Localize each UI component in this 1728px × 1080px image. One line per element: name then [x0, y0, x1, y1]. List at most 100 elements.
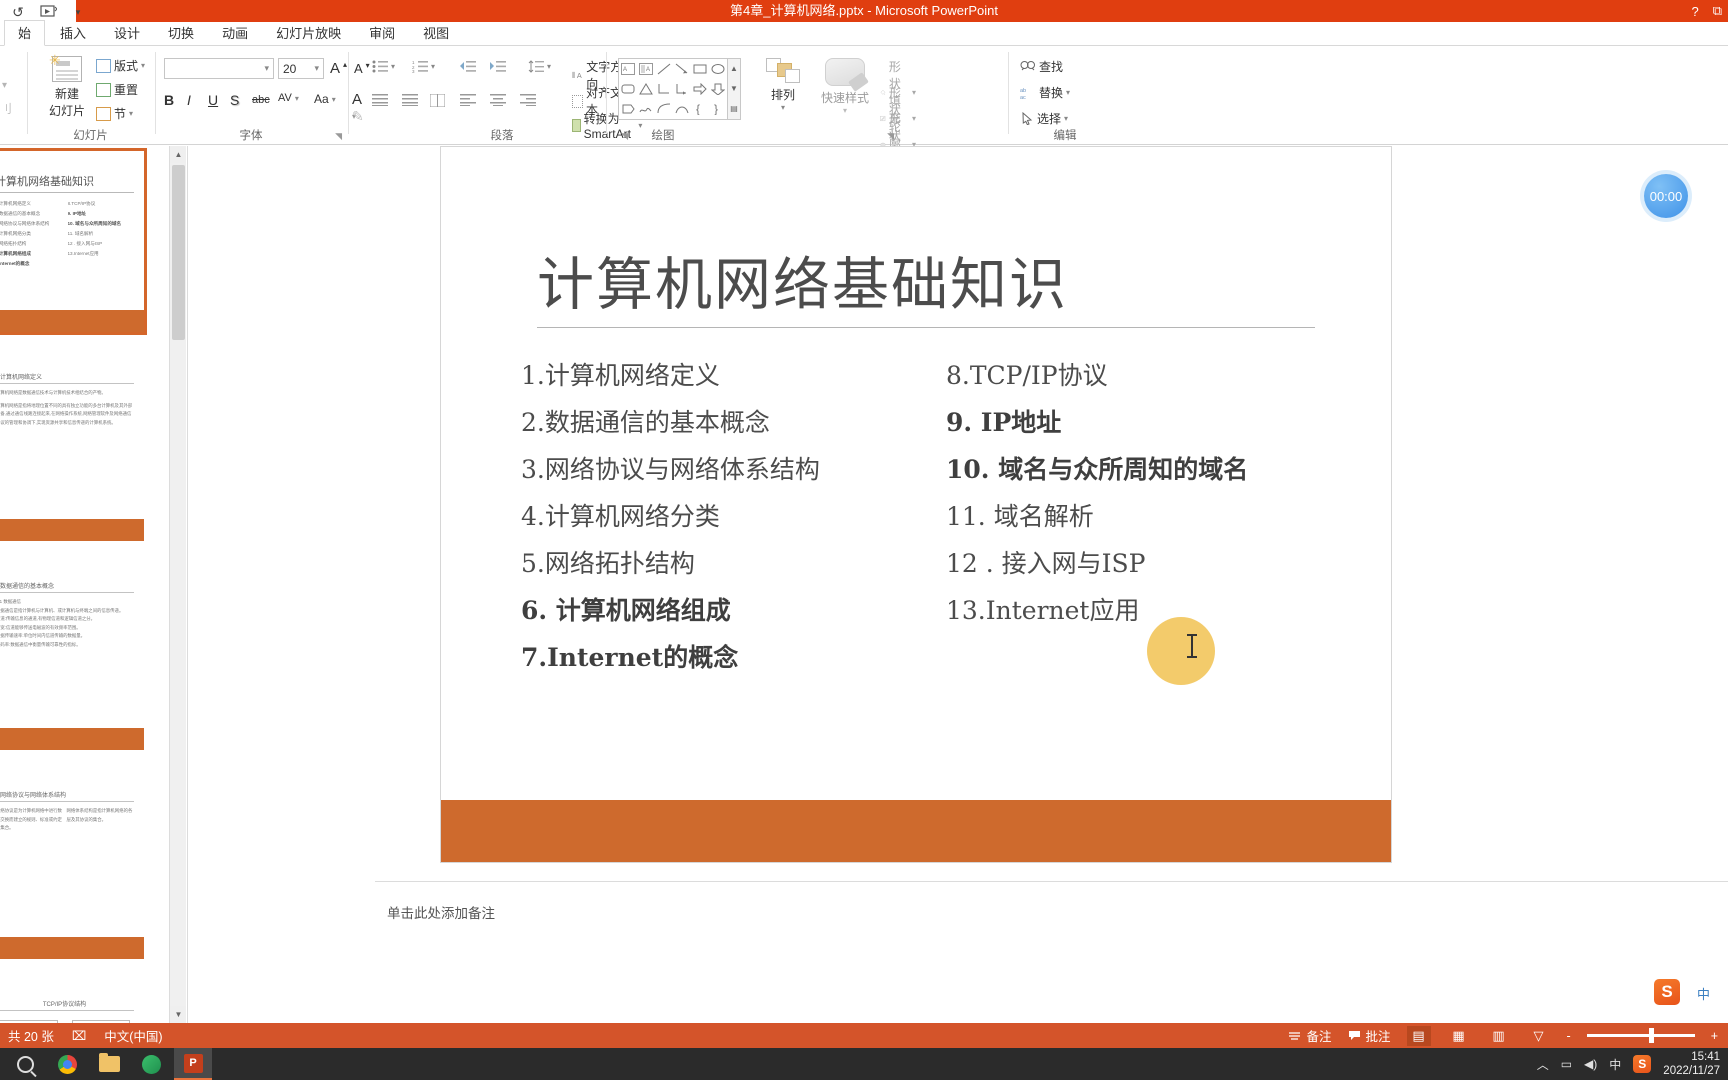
bullets-button[interactable]: ▾: [372, 60, 395, 73]
gallery-scroll-down-icon[interactable]: ▼: [728, 79, 740, 99]
drawing-dialog-launcher[interactable]: ◥: [887, 131, 894, 142]
tab-animations[interactable]: 动画: [209, 21, 261, 45]
ime-tray-label[interactable]: 中: [1609, 1056, 1621, 1073]
system-tray[interactable]: ︿ ▭ ◀) 中 S 15:41 2022/11/27: [1537, 1050, 1728, 1078]
chevron-down-icon[interactable]: ▾: [295, 94, 299, 103]
slide-edit-area[interactable]: 计算机网络基础知识 1.计算机网络定义 2.数据通信的基本概念 3.网络协议与网…: [187, 146, 1728, 1023]
quick-styles-button[interactable]: 快速样式 ▾: [814, 58, 876, 115]
list-item[interactable]: 10. 域名与众所周知的域名: [946, 446, 1376, 493]
ime-indicator[interactable]: 中: [1697, 984, 1710, 1003]
notes-button[interactable]: 备注: [1288, 1026, 1332, 1045]
sogou-ime-icon[interactable]: S: [1654, 979, 1680, 1005]
section-button[interactable]: 节 ▾: [96, 105, 133, 122]
sogou-tray-icon[interactable]: S: [1633, 1055, 1652, 1073]
list-item[interactable]: 3.网络协议与网络体系结构: [521, 446, 951, 493]
slide-left-column[interactable]: 1.计算机网络定义 2.数据通信的基本概念 3.网络协议与网络体系结构 4.计算…: [521, 352, 951, 681]
list-item[interactable]: 9. IP地址: [946, 399, 1376, 446]
chevron-down-icon[interactable]: ▾: [264, 63, 269, 74]
taskbar-chrome-button[interactable]: [48, 1048, 86, 1080]
tab-insert[interactable]: 插入: [47, 21, 99, 45]
list-item[interactable]: 11. 域名解析: [946, 493, 1376, 540]
columns-button[interactable]: [430, 94, 445, 107]
strikethrough-button[interactable]: abc: [252, 94, 270, 106]
chevron-down-icon[interactable]: ▾: [1064, 114, 1068, 123]
taskbar-clock[interactable]: 15:41 2022/11/27: [1663, 1050, 1720, 1078]
bold-button[interactable]: B: [164, 92, 174, 108]
list-item[interactable]: 7.Internet的概念: [521, 634, 951, 681]
slide-right-column[interactable]: 8.TCP/IP协议 9. IP地址 10. 域名与众所周知的域名 11. 域名…: [946, 352, 1376, 634]
character-spacing-button[interactable]: AV ▾: [278, 92, 299, 104]
tab-review[interactable]: 审阅: [356, 21, 408, 45]
increase-indent-button[interactable]: [488, 60, 506, 73]
slide-thumbnail-4[interactable]: 3.网络协议与网络体系结构 网络协议是为计算机网络中进行数据交换而建立的规则、标…: [0, 775, 147, 962]
volume-icon[interactable]: ◀): [1584, 1057, 1597, 1071]
change-case-button[interactable]: Aa ▾: [314, 92, 336, 106]
help-icon[interactable]: ?: [1691, 4, 1698, 19]
chevron-down-icon[interactable]: ▾: [314, 63, 319, 74]
thumbnail-scrollbar[interactable]: ▲ ▼: [169, 146, 186, 1023]
font-color-button[interactable]: A: [352, 91, 362, 108]
chevron-down-icon[interactable]: ▾: [141, 61, 145, 70]
list-item[interactable]: 12 . 接入网与ISP: [946, 540, 1376, 587]
slide-thumbnail-3[interactable]: 2.数据通信的基本概念 2.1 数据通信 数据通信是指计算机与计算机、或计算机与…: [0, 566, 147, 753]
shape-gallery[interactable]: A A { }: [618, 58, 728, 120]
line-spacing-button[interactable]: ▾: [528, 60, 551, 73]
italic-button[interactable]: I: [187, 92, 191, 108]
layout-button[interactable]: 版式 ▾: [96, 57, 145, 74]
taskbar-search-button[interactable]: [6, 1048, 44, 1080]
text-shadow-button[interactable]: S: [230, 92, 239, 108]
grow-font-button[interactable]: A ▴: [330, 60, 347, 77]
list-item[interactable]: 4.计算机网络分类: [521, 493, 951, 540]
tab-home[interactable]: 始: [4, 20, 46, 46]
slide-thumbnail-1[interactable]: 计算机网络基础知识 1.计算机网络定义 2.数据通信的基本概念 3.网络协议与网…: [0, 148, 147, 335]
tab-transitions[interactable]: 切换: [155, 21, 207, 45]
chevron-down-icon[interactable]: ▾: [547, 62, 551, 71]
justify-button[interactable]: [372, 94, 388, 106]
list-item[interactable]: 5.网络拓扑结构: [521, 540, 951, 587]
zoom-out-button[interactable]: -: [1567, 1029, 1571, 1043]
clear-formatting-icon[interactable]: ✎: [352, 108, 364, 125]
scroll-down-icon[interactable]: ▼: [170, 1006, 186, 1023]
clipboard-dropdown-icon[interactable]: ▾: [2, 80, 7, 91]
tab-view[interactable]: 视图: [410, 21, 462, 45]
chevron-down-icon[interactable]: ▾: [781, 103, 785, 112]
shape-gallery-scrollbar[interactable]: ▲ ▼ ▤: [728, 58, 741, 120]
tab-slideshow[interactable]: 幻灯片放映: [263, 21, 354, 45]
show-hidden-icons[interactable]: ︿: [1537, 1056, 1549, 1073]
select-button[interactable]: 选择 ▾: [1020, 110, 1068, 127]
underline-button[interactable]: U: [208, 92, 218, 108]
taskbar-items[interactable]: P: [0, 1048, 212, 1080]
find-button[interactable]: 查找: [1020, 58, 1063, 75]
list-item[interactable]: 6. 计算机网络组成: [521, 587, 951, 634]
font-size-input[interactable]: 20 ▾: [278, 58, 324, 79]
network-icon[interactable]: ▭: [1561, 1057, 1572, 1071]
replace-button[interactable]: ab ac 替换 ▾: [1020, 84, 1070, 101]
theme-icon[interactable]: ⌧: [72, 1028, 86, 1043]
scroll-up-icon[interactable]: ▲: [170, 146, 186, 163]
slide-thumbnail-2[interactable]: 1.计算机网络定义 计算机网络是数据通信技术与计算机技术相结合的产物。 计算机网…: [0, 357, 147, 544]
distribute-button[interactable]: [402, 94, 418, 106]
taskbar-explorer-button[interactable]: [90, 1048, 128, 1080]
align-center-button[interactable]: [490, 94, 506, 106]
font-dialog-launcher[interactable]: ◥: [335, 131, 342, 142]
new-slide-button[interactable]: ✳ 新建 幻灯片: [38, 52, 96, 119]
notes-placeholder[interactable]: 单击此处添加备注: [387, 902, 495, 922]
zoom-in-button[interactable]: +: [1711, 1029, 1718, 1043]
zoom-slider-knob[interactable]: [1648, 1028, 1654, 1043]
list-item[interactable]: 1.计算机网络定义: [521, 352, 951, 399]
current-slide[interactable]: 计算机网络基础知识 1.计算机网络定义 2.数据通信的基本概念 3.网络协议与网…: [440, 146, 1392, 863]
slide-title[interactable]: 计算机网络基础知识: [537, 239, 1317, 321]
align-right-button[interactable]: [520, 94, 536, 106]
comments-button[interactable]: 批注: [1348, 1026, 1391, 1045]
zoom-slider[interactable]: [1586, 1028, 1695, 1043]
numbering-button[interactable]: 123 ▾: [412, 60, 435, 73]
slide-thumbnail-pane[interactable]: 计算机网络基础知识 1.计算机网络定义 2.数据通信的基本概念 3.网络协议与网…: [0, 146, 186, 1023]
notes-pane[interactable]: 单击此处添加备注: [375, 881, 1728, 991]
slide-thumbnail-5[interactable]: TCP/IP协议结构: [0, 984, 147, 1023]
restore-window-icon[interactable]: ⧉: [1713, 3, 1722, 19]
reset-button[interactable]: 重置: [96, 81, 138, 98]
chevron-down-icon[interactable]: ▾: [391, 62, 395, 71]
slideshow-view-button[interactable]: ▽: [1527, 1026, 1551, 1046]
decrease-indent-button[interactable]: [458, 60, 476, 73]
chevron-down-icon[interactable]: ▾: [431, 62, 435, 71]
